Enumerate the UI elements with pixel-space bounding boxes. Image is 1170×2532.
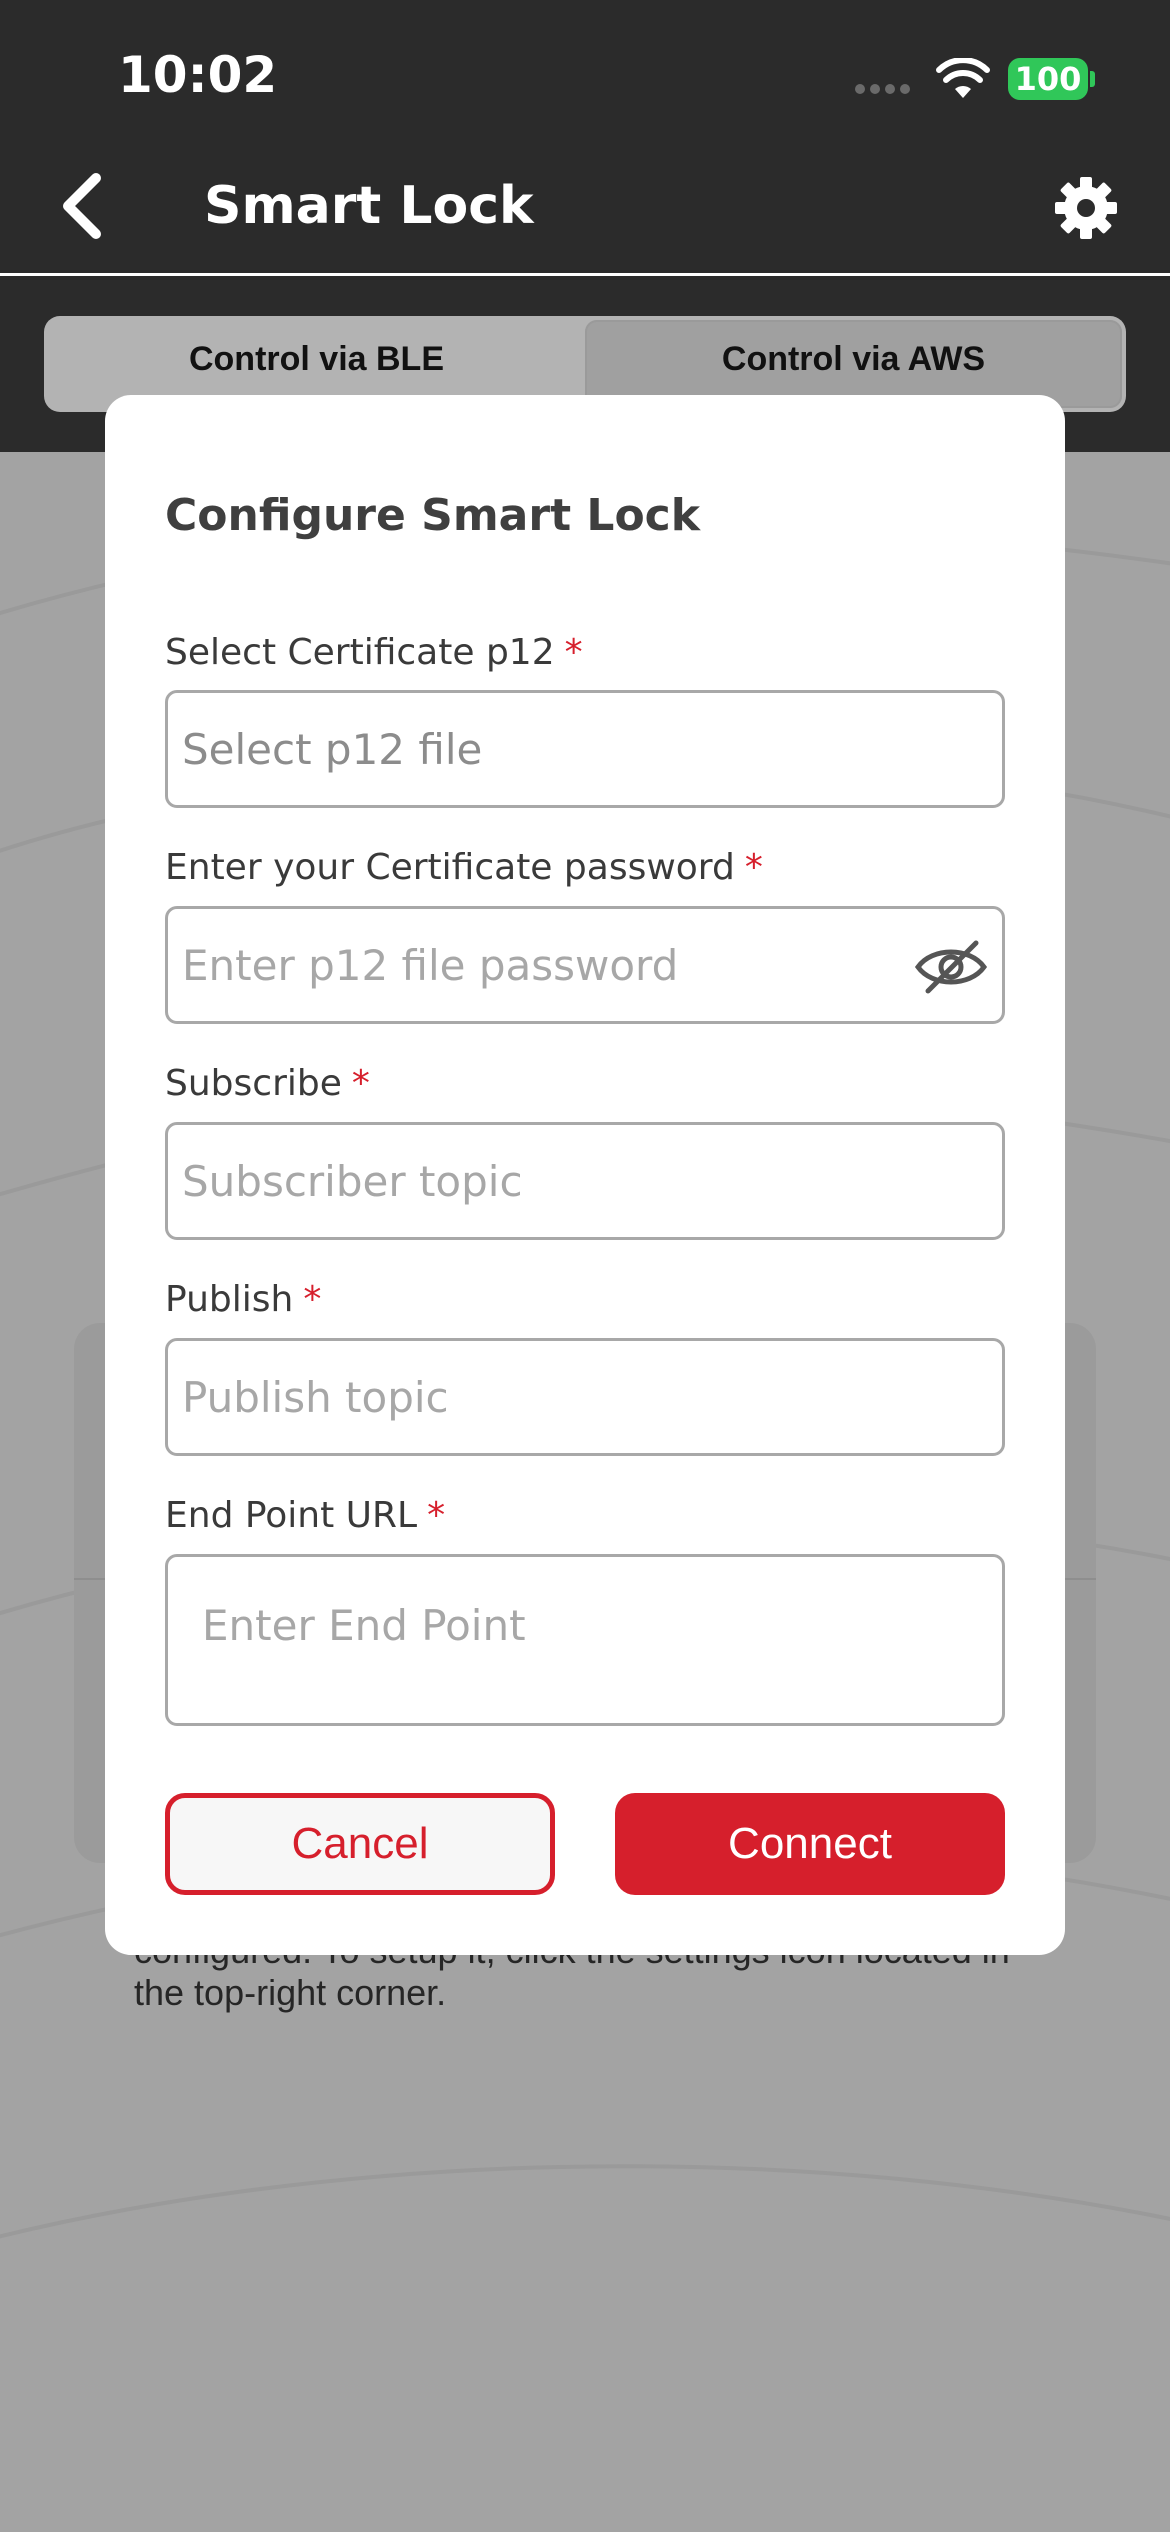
subscribe-label: Subscribe *	[165, 1063, 370, 1104]
subscribe-label-text: Subscribe	[165, 1063, 342, 1104]
battery-icon: 100	[1008, 58, 1088, 100]
password-label-text: Enter your Certificate password	[165, 847, 735, 888]
page-title: Smart Lock	[204, 176, 534, 236]
publish-label: Publish *	[165, 1279, 321, 1320]
required-marker: *	[564, 632, 583, 673]
required-marker: *	[351, 1063, 370, 1104]
password-placeholder: Enter p12 file password	[182, 940, 679, 990]
status-time: 10:02	[118, 46, 278, 104]
connect-button[interactable]: Connect	[615, 1793, 1005, 1895]
required-marker: *	[427, 1495, 446, 1536]
certificate-file-picker[interactable]: Select p12 file	[165, 690, 1005, 808]
subscriber-topic-input[interactable]: Subscriber topic	[165, 1122, 1005, 1240]
cancel-button[interactable]: Cancel	[165, 1793, 555, 1895]
battery-cap	[1090, 71, 1095, 87]
chevron-left-icon[interactable]	[56, 172, 108, 240]
eye-off-icon[interactable]	[912, 937, 990, 997]
cellular-signal-icon	[855, 84, 915, 96]
publish-topic-input[interactable]: Publish topic	[165, 1338, 1005, 1456]
required-marker: *	[744, 847, 763, 888]
certificate-label-text: Select Certificate p12	[165, 632, 555, 673]
configure-dialog: Configure Smart Lock Select Certificate …	[105, 395, 1065, 1955]
gear-icon[interactable]	[1054, 176, 1118, 240]
password-label: Enter your Certificate password *	[165, 847, 763, 888]
app-header: 10:02 100 Smart Lock	[0, 0, 1170, 274]
dialog-title: Configure Smart Lock	[165, 490, 701, 541]
wifi-icon	[936, 58, 990, 98]
certificate-label: Select Certificate p12 *	[165, 632, 583, 673]
publish-label-text: Publish	[165, 1279, 294, 1320]
password-field[interactable]: Enter p12 file password	[165, 906, 1005, 1024]
required-marker: *	[303, 1279, 322, 1320]
endpoint-label-text: End Point URL	[165, 1495, 418, 1536]
endpoint-label: End Point URL *	[165, 1495, 445, 1536]
endpoint-url-input[interactable]: Enter End Point	[165, 1554, 1005, 1726]
